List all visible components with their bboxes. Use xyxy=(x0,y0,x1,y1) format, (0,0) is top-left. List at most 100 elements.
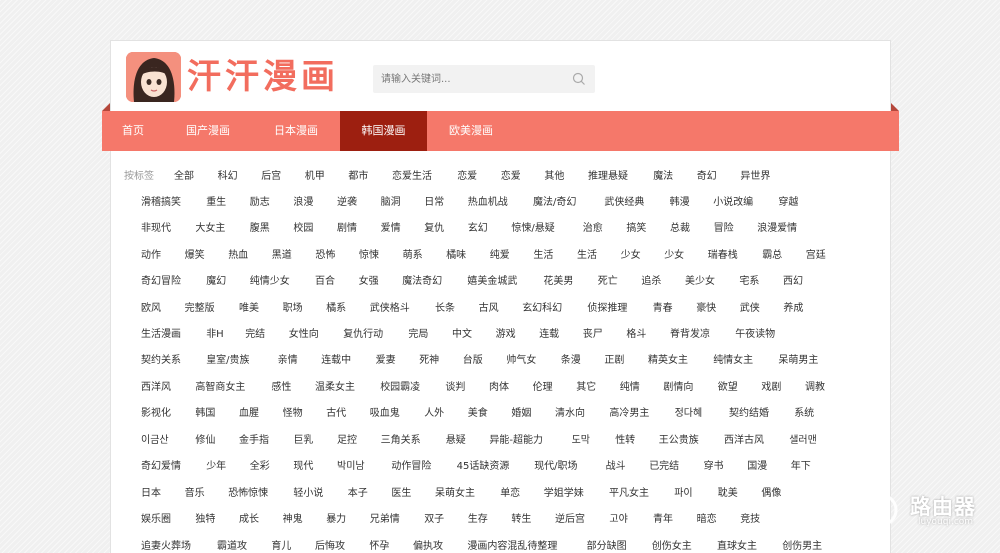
tag-item[interactable]: 其他 xyxy=(544,170,564,184)
tag-item[interactable]: 恐怖 xyxy=(315,249,335,263)
tag-item[interactable]: 双子 xyxy=(424,513,444,527)
tag-item[interactable]: 部分缺图 xyxy=(587,540,627,553)
tag-item[interactable]: 推理悬疑 xyxy=(588,170,628,184)
tag-item[interactable]: 清水向 xyxy=(555,407,585,421)
tag-item[interactable]: 全部 xyxy=(174,170,194,184)
nav-japanese-comics[interactable]: 日本漫画 xyxy=(252,111,340,151)
tag-item[interactable]: 条漫 xyxy=(561,354,581,368)
tag-item[interactable]: 穿越 xyxy=(778,196,798,210)
tag-item[interactable]: 创伤男主 xyxy=(782,540,822,553)
tag-item[interactable]: 魔法 xyxy=(653,170,673,184)
tag-item[interactable]: 女强 xyxy=(359,275,379,289)
tag-item[interactable]: 惊悚/悬疑 xyxy=(511,222,554,236)
tag-item[interactable]: 现代/职场 xyxy=(534,460,577,474)
tag-item[interactable]: 完结 xyxy=(245,328,265,342)
tag-item[interactable]: 大女主 xyxy=(195,222,225,236)
tag-item[interactable]: 剧情向 xyxy=(663,381,693,395)
tag-item[interactable]: 娱乐圈 xyxy=(141,513,171,527)
tag-item[interactable]: 正剧 xyxy=(604,354,624,368)
tag-item[interactable]: 热血 xyxy=(228,249,248,263)
tag-item[interactable]: 竞技 xyxy=(740,513,760,527)
tag-item[interactable]: 都市 xyxy=(348,170,368,184)
tag-item[interactable]: 古风 xyxy=(479,302,499,316)
tag-item[interactable]: 冒险 xyxy=(714,222,734,236)
tag-item[interactable]: 非现代 xyxy=(141,222,171,236)
tag-item[interactable]: 青年 xyxy=(653,513,673,527)
tag-item[interactable]: 西洋古风 xyxy=(724,434,764,448)
tag-item[interactable]: 其它 xyxy=(576,381,596,395)
tag-item[interactable]: 武侠经典 xyxy=(604,196,644,210)
tag-item[interactable]: 橘味 xyxy=(446,249,466,263)
tag-item[interactable]: 霸总 xyxy=(762,249,782,263)
tag-item[interactable]: 侦探推理 xyxy=(587,302,627,316)
tag-item[interactable]: 励志 xyxy=(250,196,270,210)
tag-item[interactable]: 独特 xyxy=(195,513,215,527)
tag-item[interactable]: 生活漫画 xyxy=(141,328,181,342)
search-icon[interactable] xyxy=(571,71,587,87)
tag-item[interactable]: 国漫 xyxy=(747,460,767,474)
nav-western-comics[interactable]: 欧美漫画 xyxy=(427,111,515,151)
tag-item[interactable]: 复仇行动 xyxy=(343,328,383,342)
tag-item[interactable]: 非H xyxy=(206,328,224,342)
tag-item[interactable]: 治愈 xyxy=(583,222,603,236)
tag-item[interactable]: 剧情 xyxy=(337,222,357,236)
tag-item[interactable]: 修仙 xyxy=(195,434,215,448)
tag-item[interactable]: 恐怖惊悚 xyxy=(228,487,268,501)
tag-item[interactable]: 足控 xyxy=(337,434,357,448)
tag-item[interactable]: 长条 xyxy=(435,302,455,316)
tag-item[interactable]: 死神 xyxy=(419,354,439,368)
tag-item[interactable]: 暗恋 xyxy=(697,513,717,527)
tag-item[interactable]: 中文 xyxy=(452,328,472,342)
tag-item[interactable]: 三角关系 xyxy=(381,434,421,448)
tag-item[interactable]: 现代 xyxy=(293,460,313,474)
tag-item[interactable]: 校园 xyxy=(293,222,313,236)
nav-korean-comics[interactable]: 韩国漫画 xyxy=(340,111,427,151)
tag-item[interactable]: 박미남 xyxy=(337,460,365,474)
tag-item[interactable]: 直球女主 xyxy=(717,540,757,553)
tag-item[interactable]: 单恋 xyxy=(500,487,520,501)
tag-item[interactable]: 이금산 xyxy=(141,434,169,448)
tag-item[interactable]: 契约关系 xyxy=(141,354,181,368)
tag-item[interactable]: 恋爱 xyxy=(457,170,477,184)
tag-item[interactable]: 耽美 xyxy=(718,487,738,501)
tag-item[interactable]: 偶像 xyxy=(761,487,781,501)
tag-item[interactable]: 神鬼 xyxy=(283,513,303,527)
tag-item[interactable]: 花美男 xyxy=(543,275,573,289)
tag-item[interactable]: 韩国 xyxy=(195,407,215,421)
nav-home[interactable]: 首页 xyxy=(102,111,164,151)
tag-item[interactable]: 腹黑 xyxy=(250,222,270,236)
tag-item[interactable]: 科幻 xyxy=(218,170,238,184)
tag-item[interactable]: 宅系 xyxy=(739,275,759,289)
tag-item[interactable]: 肉体 xyxy=(489,381,509,395)
tag-item[interactable]: 死亡 xyxy=(598,275,618,289)
tag-item[interactable]: 韩漫 xyxy=(670,196,690,210)
tag-item[interactable]: 古代 xyxy=(326,407,346,421)
tag-item[interactable]: 感性 xyxy=(271,381,291,395)
tag-item[interactable]: 도막 xyxy=(572,434,590,448)
tag-item[interactable]: 轻小说 xyxy=(293,487,323,501)
tag-item[interactable]: 西幻 xyxy=(783,275,803,289)
tag-item[interactable]: 本子 xyxy=(348,487,368,501)
tag-item[interactable]: 爱情 xyxy=(381,222,401,236)
tag-item[interactable]: 复仇 xyxy=(424,222,444,236)
tag-item[interactable]: 呆萌女主 xyxy=(435,487,475,501)
tag-item[interactable]: 王公贵族 xyxy=(659,434,699,448)
tag-item[interactable]: 橘系 xyxy=(326,302,346,316)
tag-item[interactable]: 怀孕 xyxy=(369,540,389,553)
tag-item[interactable]: 后悔攻 xyxy=(315,540,345,553)
tag-item[interactable]: 年下 xyxy=(791,460,811,474)
tag-item[interactable]: 샐러맨 xyxy=(789,434,817,448)
tag-item[interactable]: 奇幻冒险 xyxy=(141,275,181,289)
tag-item[interactable]: 奇幻爱情 xyxy=(141,460,181,474)
tag-item[interactable]: 魔法奇幻 xyxy=(402,275,442,289)
tag-item[interactable]: 欧风 xyxy=(141,302,161,316)
tag-item[interactable]: 武侠格斗 xyxy=(370,302,410,316)
tag-item[interactable]: 霸道攻 xyxy=(217,540,247,553)
tag-item[interactable]: 欲望 xyxy=(718,381,738,395)
tag-item[interactable]: 45话缺资源 xyxy=(457,460,510,474)
tag-item[interactable]: 呆萌男主 xyxy=(778,354,818,368)
tag-item[interactable]: 爱妻 xyxy=(376,354,396,368)
tag-item[interactable]: 全彩 xyxy=(250,460,270,474)
tag-item[interactable]: 生活 xyxy=(577,249,597,263)
tag-item[interactable]: 美食 xyxy=(468,407,488,421)
